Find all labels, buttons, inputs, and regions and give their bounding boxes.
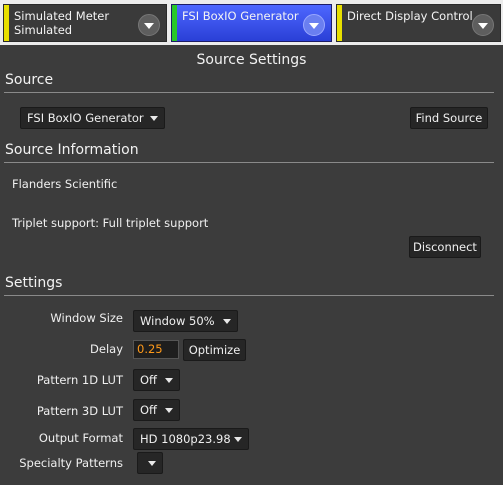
optimize-button[interactable]: Optimize (183, 339, 246, 361)
output-format-label: Output Format (38, 431, 123, 445)
tab-direct-display-control[interactable]: Direct Display Control (336, 4, 501, 42)
tab-simulated-meter[interactable]: Simulated Meter Simulated (3, 4, 167, 42)
divider (4, 295, 494, 296)
divider (4, 92, 494, 93)
tab-label: Simulated Meter (14, 9, 110, 23)
chevron-down-icon (144, 23, 154, 29)
section-heading-source: Source (5, 72, 54, 88)
tab-dropdown-button[interactable] (303, 14, 325, 36)
source-select-value: FSI BoxIO Generator (27, 111, 144, 125)
tab-status-stripe (4, 5, 9, 41)
disconnect-button[interactable]: Disconnect (409, 236, 481, 258)
tab-fsi-boxio-generator[interactable]: FSI BoxIO Generator (171, 4, 332, 42)
chevron-down-icon (223, 319, 231, 324)
pattern-1d-lut-label: Pattern 1D LUT (36, 373, 123, 387)
pattern-1d-lut-select[interactable]: Off (133, 369, 180, 391)
window-size-label: Window Size (50, 311, 123, 325)
triplet-support-text: Triplet support: Full triplet support (12, 216, 209, 230)
window-size-value: Window 50% (140, 314, 215, 328)
tab-dropdown-button[interactable] (472, 14, 494, 36)
output-format-value: HD 1080p23.98 (140, 432, 231, 446)
tab-sublabel: Simulated (14, 23, 73, 37)
chevron-down-icon (150, 116, 158, 121)
find-source-button[interactable]: Find Source (410, 107, 488, 129)
panel-title: Source Settings (196, 52, 307, 68)
section-heading-settings: Settings (5, 275, 63, 291)
chevron-down-icon (309, 23, 319, 29)
divider (4, 162, 494, 163)
manufacturer-text: Flanders Scientific (12, 177, 118, 191)
delay-input[interactable]: 0.25 (133, 340, 179, 359)
pattern-3d-lut-select[interactable]: Off (133, 399, 180, 421)
chevron-down-icon (165, 408, 173, 413)
section-heading-source-information: Source Information (5, 142, 139, 158)
pattern-3d-lut-value: Off (140, 403, 157, 417)
tab-dropdown-button[interactable] (138, 14, 160, 36)
specialty-patterns-label: Specialty Patterns (19, 456, 123, 470)
tab-status-stripe (337, 5, 342, 41)
tab-status-stripe (172, 5, 177, 41)
tab-label: Direct Display Control (347, 9, 473, 23)
specialty-patterns-select[interactable] (137, 452, 163, 474)
tab-bar: Simulated Meter Simulated FSI BoxIO Gene… (0, 0, 503, 45)
chevron-down-icon (148, 461, 156, 466)
output-format-select[interactable]: HD 1080p23.98 (133, 428, 249, 450)
chevron-down-icon (478, 23, 488, 29)
chevron-down-icon (234, 437, 242, 442)
source-select[interactable]: FSI BoxIO Generator (20, 107, 165, 129)
pattern-3d-lut-label: Pattern 3D LUT (36, 404, 123, 418)
window-size-select[interactable]: Window 50% (133, 310, 238, 332)
chevron-down-icon (165, 378, 173, 383)
tab-label: FSI BoxIO Generator (182, 9, 299, 23)
pattern-1d-lut-value: Off (140, 373, 157, 387)
delay-label: Delay (90, 342, 123, 356)
